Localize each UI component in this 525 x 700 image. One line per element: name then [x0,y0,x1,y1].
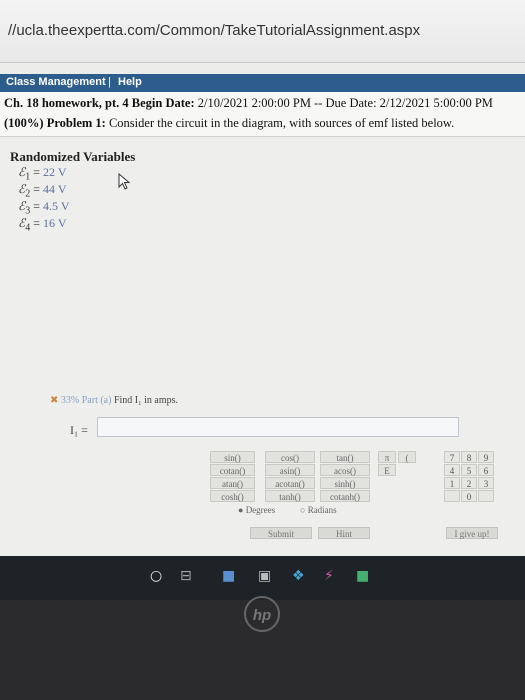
taskbar: ○ ⊟ ■ ▣ ❖ ⚡ ■ [0,556,525,600]
problem-line: (100%) Problem 1: Consider the circuit i… [4,116,454,131]
key-blank-right[interactable] [478,490,494,502]
key-cotanh[interactable]: cotanh() [320,490,370,502]
assignment-title: Ch. 18 homework, pt. 4 Begin Date: [4,96,195,110]
key-3[interactable]: 3 [478,477,494,489]
key-e[interactable]: E [378,464,396,476]
degrees-label: Degrees [245,505,276,515]
key-atan[interactable]: atan() [210,477,255,489]
menu-class-management[interactable]: Class Management [6,76,106,88]
submit-button[interactable]: Submit [250,527,312,539]
url-text[interactable]: //ucla.theexpertta.com/Common/TakeTutori… [8,22,420,39]
key-sinh[interactable]: sinh() [320,477,370,489]
key-pi[interactable]: π [378,451,396,463]
key-tan[interactable]: tan() [320,451,370,463]
answer-input[interactable] [97,417,459,437]
key-8[interactable]: 8 [461,451,477,463]
variable-emf-1: ℰ1 = 22 V [18,165,67,183]
key-cosh[interactable]: cosh() [210,490,255,502]
app-icon-5[interactable]: ■ [356,568,369,584]
menu-separator: | [108,76,111,88]
variable-emf-2: ℰ2 = 44 V [18,182,67,200]
radians-label: Radians [307,505,337,515]
key-cos[interactable]: cos() [265,451,315,463]
key-9[interactable]: 9 [478,451,494,463]
key-0[interactable]: 0 [461,490,477,502]
menu-help[interactable]: Help [118,76,142,88]
hint-button[interactable]: Hint [318,527,370,539]
key-sin[interactable]: sin() [210,451,255,463]
variable-emf-3: ℰ3 = 4.5 V [18,199,70,217]
key-asin[interactable]: asin() [265,464,315,476]
randomized-variables-title: Randomized Variables [10,149,136,164]
key-cotan[interactable]: cotan() [210,464,255,476]
hp-logo: hp [244,596,280,632]
part-percent: 33% [60,395,80,406]
key-acotan[interactable]: acotan() [265,477,315,489]
radians-radio-icon: ○ [300,505,306,515]
answer-label: I₁ = [70,423,88,437]
key-7[interactable]: 7 [444,451,460,463]
menu-bar: Class Management | Help [0,74,525,92]
problem-number: (100%) Problem 1: [4,116,106,130]
search-circle-icon[interactable]: ○ [150,568,162,584]
browser-screen: //ucla.theexpertta.com/Common/TakeTutori… [0,0,525,600]
assignment-dates: 2/10/2021 2:00:00 PM -- Due Date: 2/12/2… [194,96,493,110]
give-up-button[interactable]: I give up! [446,527,498,539]
problem-text: Consider the circuit in the diagram, wit… [105,116,455,130]
part-icon: ✖ [50,395,59,406]
address-bar[interactable]: //ucla.theexpertta.com/Common/TakeTutori… [0,0,525,63]
app-icon-4[interactable]: ⚡ [324,568,334,584]
mouse-pointer-icon [118,173,131,190]
degrees-radio-icon: ● [238,505,244,515]
key-4[interactable]: 4 [444,464,460,476]
dropbox-icon[interactable]: ❖ [292,568,305,584]
degrees-option[interactable]: ● Degrees [238,505,275,515]
part-label: Part (a) [81,395,112,406]
key-2[interactable]: 2 [461,477,477,489]
key-1[interactable]: 1 [444,477,460,489]
radians-option[interactable]: ○ Radians [300,505,337,515]
key-blank-left[interactable] [444,490,460,502]
key-tanh[interactable]: tanh() [265,490,315,502]
app-icon-2[interactable]: ▣ [258,568,271,584]
calculator-keypad: sin() cos() tan() cotan() asin() acos() … [210,451,510,541]
part-a-header: ✖ 33% Part (a) Find I₁ in amps. [50,395,178,406]
key-acos[interactable]: acos() [320,464,370,476]
assignment-title-line: Ch. 18 homework, pt. 4 Begin Date: 2/10/… [4,96,493,111]
variable-emf-4: ℰ4 = 16 V [18,216,67,234]
key-5[interactable]: 5 [461,464,477,476]
task-view-icon[interactable]: ⊟ [180,568,192,584]
part-prompt: Find I₁ in amps. [113,395,178,406]
assignment-header: Ch. 18 homework, pt. 4 Begin Date: 2/10/… [0,92,525,137]
key-6[interactable]: 6 [478,464,494,476]
app-icon-1[interactable]: ■ [222,568,235,584]
key-open-paren[interactable]: ( [398,451,416,463]
problem-content: Randomized Variables ℰ1 = 22 V ℰ2 = 44 V… [0,137,525,600]
